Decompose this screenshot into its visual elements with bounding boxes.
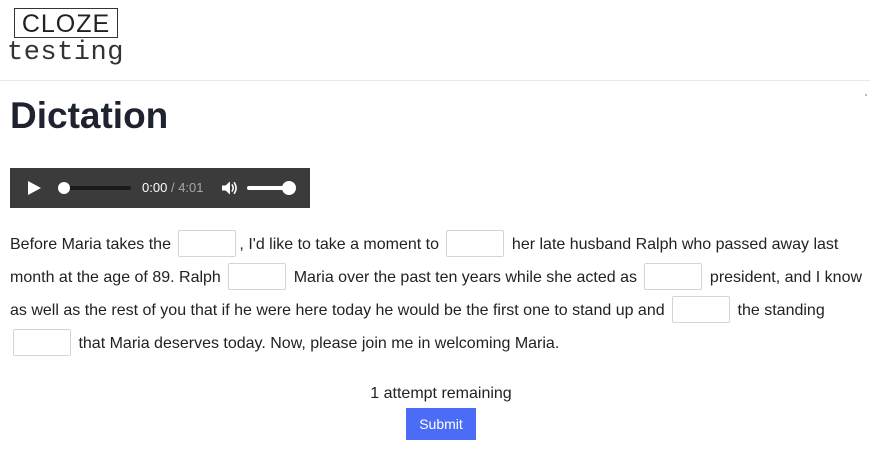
submit-button[interactable]: Submit — [406, 408, 476, 440]
blank-input-2[interactable] — [446, 230, 505, 258]
time-separator: / — [170, 180, 175, 195]
audio-progress-track[interactable] — [64, 186, 131, 190]
blank-input-4[interactable] — [644, 263, 703, 291]
passage-text: that Maria deserves today. Now, please j… — [78, 335, 560, 352]
cloze-passage: Before Maria takes the , I'd like to tak… — [10, 228, 862, 360]
play-icon[interactable] — [28, 181, 41, 195]
blank-input-6[interactable] — [13, 329, 71, 357]
blank-input-1[interactable] — [178, 230, 237, 258]
page-title: Dictation — [10, 95, 169, 136]
passage-text: the standing — [737, 302, 825, 319]
site-header: CLOZE testing — [0, 0, 870, 81]
blank-input-5[interactable] — [672, 296, 731, 324]
volume-icon[interactable] — [220, 179, 238, 197]
volume-thumb[interactable] — [282, 181, 296, 195]
passage-text: Before Maria takes the — [10, 236, 171, 253]
decorative-dot — [865, 94, 867, 96]
audio-time: 0:00 / 4:01 — [142, 180, 204, 195]
passage-text: , I'd like to take a moment to — [239, 236, 440, 253]
audio-player: 0:00 / 4:01 — [10, 168, 310, 208]
duration: 4:01 — [178, 180, 204, 195]
audio-progress-thumb[interactable] — [58, 182, 70, 194]
blank-input-3[interactable] — [228, 263, 287, 291]
attempts-remaining: 1 attempt remaining — [370, 385, 512, 402]
logo-cloze-box[interactable]: CLOZE — [14, 8, 118, 38]
logo-testing-text[interactable]: testing — [7, 38, 124, 68]
passage-text: Maria over the past ten years while she … — [293, 269, 638, 286]
current-time: 0:00 — [142, 180, 168, 195]
